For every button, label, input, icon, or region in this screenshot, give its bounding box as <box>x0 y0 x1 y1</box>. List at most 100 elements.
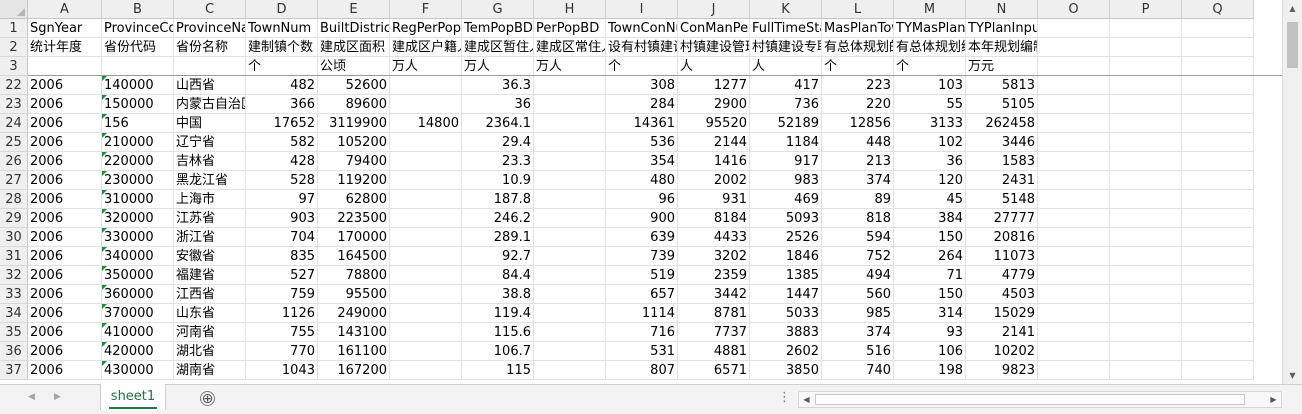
column-header-c[interactable]: C <box>174 0 246 19</box>
cell-q37[interactable] <box>1182 361 1254 380</box>
cell-j3[interactable]: 人 <box>678 57 750 76</box>
cell-i33[interactable]: 657 <box>606 285 678 304</box>
row-header-27[interactable]: 27 <box>0 171 28 190</box>
cell-l35[interactable]: 374 <box>822 323 894 342</box>
cell-a28[interactable]: 2006 <box>28 190 102 209</box>
cell-n22[interactable]: 5813 <box>966 76 1038 95</box>
cell-o25[interactable] <box>1038 133 1110 152</box>
cell-b26[interactable]: 220000 <box>102 152 174 171</box>
column-header-g[interactable]: G <box>462 0 534 19</box>
cell-l34[interactable]: 985 <box>822 304 894 323</box>
scroll-left-icon[interactable]: ◀ <box>799 392 814 407</box>
cell-k22[interactable]: 417 <box>750 76 822 95</box>
cell-m2[interactable]: 有总体规划编制 <box>894 38 966 57</box>
column-header-j[interactable]: J <box>678 0 750 19</box>
cell-i23[interactable]: 284 <box>606 95 678 114</box>
cell-a25[interactable]: 2006 <box>28 133 102 152</box>
cell-p23[interactable] <box>1110 95 1182 114</box>
cell-m29[interactable]: 384 <box>894 209 966 228</box>
cell-i36[interactable]: 531 <box>606 342 678 361</box>
cell-j33[interactable]: 3442 <box>678 285 750 304</box>
cell-g23[interactable]: 36 <box>462 95 534 114</box>
cell-n33[interactable]: 4503 <box>966 285 1038 304</box>
cell-e25[interactable]: 105200 <box>318 133 390 152</box>
cell-k24[interactable]: 52189 <box>750 114 822 133</box>
cell-n25[interactable]: 3446 <box>966 133 1038 152</box>
row-header-1[interactable]: 1 <box>0 19 28 38</box>
cell-c37[interactable]: 湖南省 <box>174 361 246 380</box>
cell-j36[interactable]: 4881 <box>678 342 750 361</box>
cell-n35[interactable]: 2141 <box>966 323 1038 342</box>
cell-f32[interactable] <box>390 266 462 285</box>
cell-h26[interactable] <box>534 152 606 171</box>
cell-h25[interactable] <box>534 133 606 152</box>
cell-p25[interactable] <box>1110 133 1182 152</box>
cell-d30[interactable]: 704 <box>246 228 318 247</box>
column-header-p[interactable]: P <box>1110 0 1182 19</box>
cell-l25[interactable]: 448 <box>822 133 894 152</box>
cell-a3[interactable] <box>28 57 102 76</box>
row-header-36[interactable]: 36 <box>0 342 28 361</box>
cell-i31[interactable]: 739 <box>606 247 678 266</box>
cell-g24[interactable]: 2364.1 <box>462 114 534 133</box>
cell-k25[interactable]: 1184 <box>750 133 822 152</box>
cell-i37[interactable]: 807 <box>606 361 678 380</box>
cell-f30[interactable] <box>390 228 462 247</box>
cell-j24[interactable]: 95520 <box>678 114 750 133</box>
cell-f23[interactable] <box>390 95 462 114</box>
cell-f22[interactable] <box>390 76 462 95</box>
row-header-23[interactable]: 23 <box>0 95 28 114</box>
cell-q35[interactable] <box>1182 323 1254 342</box>
cell-l31[interactable]: 752 <box>822 247 894 266</box>
cell-i28[interactable]: 96 <box>606 190 678 209</box>
cell-c29[interactable]: 江苏省 <box>174 209 246 228</box>
cell-k29[interactable]: 5093 <box>750 209 822 228</box>
cell-b36[interactable]: 420000 <box>102 342 174 361</box>
cell-h31[interactable] <box>534 247 606 266</box>
cell-i32[interactable]: 519 <box>606 266 678 285</box>
cell-c35[interactable]: 河南省 <box>174 323 246 342</box>
cell-d1[interactable]: TownNum <box>246 19 318 38</box>
cell-n34[interactable]: 15029 <box>966 304 1038 323</box>
scroll-down-icon[interactable]: ▼ <box>1283 367 1302 384</box>
cell-h28[interactable] <box>534 190 606 209</box>
cell-f2[interactable]: 建成区户籍人口 <box>390 38 462 57</box>
cell-j26[interactable]: 1416 <box>678 152 750 171</box>
cell-h23[interactable] <box>534 95 606 114</box>
cell-c27[interactable]: 黑龙江省 <box>174 171 246 190</box>
tab-next-icon[interactable]: ▶ <box>54 392 61 402</box>
cell-n29[interactable]: 27777 <box>966 209 1038 228</box>
cell-n37[interactable]: 9823 <box>966 361 1038 380</box>
vertical-scroll-thumb[interactable] <box>1287 22 1298 68</box>
row-header-22[interactable]: 22 <box>0 76 28 95</box>
cell-d34[interactable]: 1126 <box>246 304 318 323</box>
cell-b30[interactable]: 330000 <box>102 228 174 247</box>
cell-l22[interactable]: 223 <box>822 76 894 95</box>
cell-m23[interactable]: 55 <box>894 95 966 114</box>
cell-q31[interactable] <box>1182 247 1254 266</box>
cell-b29[interactable]: 320000 <box>102 209 174 228</box>
cell-m33[interactable]: 150 <box>894 285 966 304</box>
column-header-d[interactable]: D <box>246 0 318 19</box>
cell-h32[interactable] <box>534 266 606 285</box>
cell-i34[interactable]: 1114 <box>606 304 678 323</box>
cell-l30[interactable]: 594 <box>822 228 894 247</box>
cell-f3[interactable]: 万人 <box>390 57 462 76</box>
row-header-31[interactable]: 31 <box>0 247 28 266</box>
cell-p34[interactable] <box>1110 304 1182 323</box>
cell-f25[interactable] <box>390 133 462 152</box>
cell-j35[interactable]: 7737 <box>678 323 750 342</box>
cell-o1[interactable] <box>1038 19 1110 38</box>
cell-g37[interactable]: 115 <box>462 361 534 380</box>
cell-p28[interactable] <box>1110 190 1182 209</box>
row-header-34[interactable]: 34 <box>0 304 28 323</box>
cell-a37[interactable]: 2006 <box>28 361 102 380</box>
vertical-scrollbar[interactable]: ▲ ▼ <box>1282 0 1302 384</box>
cell-e33[interactable]: 95500 <box>318 285 390 304</box>
cell-g31[interactable]: 92.7 <box>462 247 534 266</box>
cell-c31[interactable]: 安徽省 <box>174 247 246 266</box>
cell-h2[interactable]: 建成区常住人口 <box>534 38 606 57</box>
cell-f26[interactable] <box>390 152 462 171</box>
cell-q1[interactable] <box>1182 19 1254 38</box>
cell-b23[interactable]: 150000 <box>102 95 174 114</box>
